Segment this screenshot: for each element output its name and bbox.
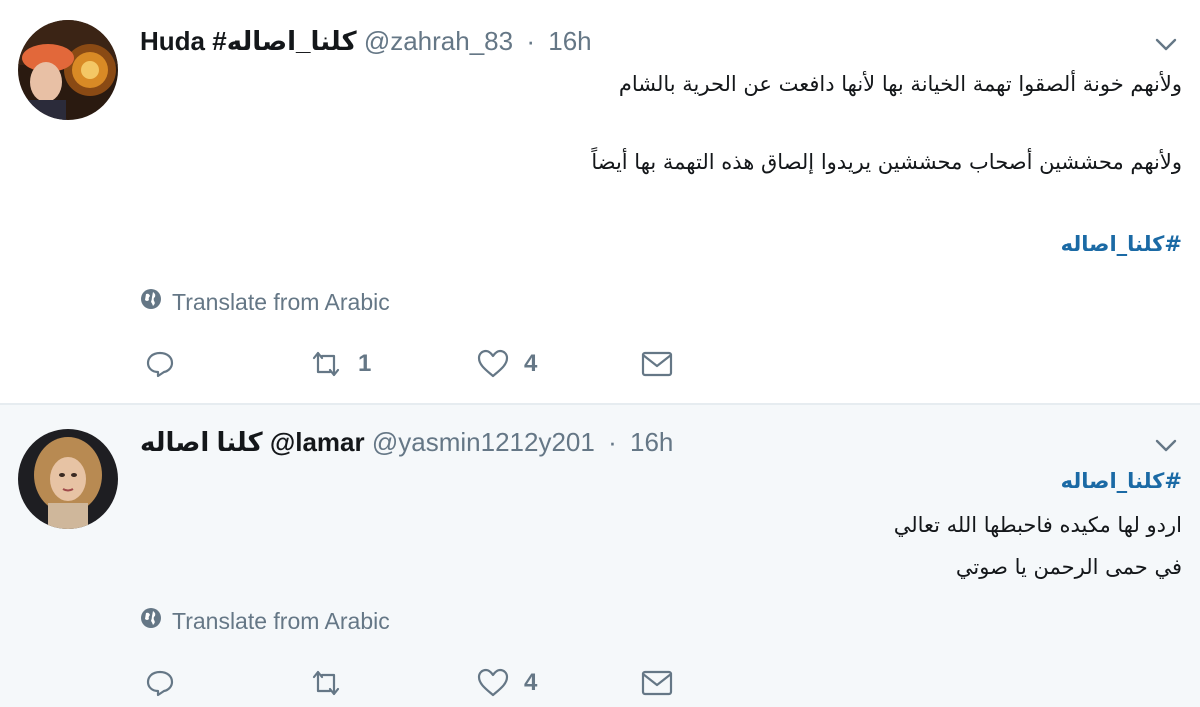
tweet-2: كلنا اصاله @lamar @yasmin1212y201 · 16h … <box>0 405 1200 707</box>
like-count: 4 <box>524 669 538 696</box>
retweet-count: 1 <box>358 350 372 377</box>
like-icon <box>476 348 510 380</box>
like-button[interactable]: 4 <box>476 344 537 384</box>
translate-label: Translate from Arabic <box>172 607 390 634</box>
tweet-header: Huda #كلنا_اصاله @zahrah_83 · 16h <box>140 24 592 58</box>
display-name[interactable]: كلنا اصاله @lamar <box>140 427 365 457</box>
hashtag-link[interactable]: #كلنا_اصاله <box>1061 232 1182 256</box>
display-name[interactable]: Huda #كلنا_اصاله <box>140 26 357 56</box>
avatar[interactable] <box>18 20 118 120</box>
action-bar: 4 <box>140 663 700 703</box>
retweet-icon <box>308 348 344 380</box>
globe-icon <box>140 288 162 316</box>
reply-icon <box>144 667 176 699</box>
timestamp[interactable]: 16h <box>548 26 591 56</box>
tweet-text-line-2: ولأنهم محششين أصحاب محششين يريدوا إلصاق … <box>591 150 1182 174</box>
like-icon <box>476 667 510 699</box>
tweet-text-line-1: ولأنهم خونة ألصقوا تهمة الخيانة بها لأنه… <box>618 72 1182 96</box>
separator: · <box>608 427 617 457</box>
direct-message-icon <box>640 349 674 379</box>
direct-message-icon <box>640 668 674 698</box>
tweet-1: Huda #كلنا_اصاله @zahrah_83 · 16h ولأنهم… <box>0 0 1200 404</box>
user-handle[interactable]: @yasmin1212y201 <box>372 427 595 457</box>
retweet-button[interactable] <box>308 663 358 703</box>
retweet-icon <box>308 667 344 699</box>
reply-button[interactable] <box>144 344 190 384</box>
avatar[interactable] <box>18 429 118 529</box>
translate-link[interactable]: Translate from Arabic <box>140 607 390 635</box>
like-button[interactable]: 4 <box>476 663 537 703</box>
tweet-header: كلنا اصاله @lamar @yasmin1212y201 · 16h <box>140 425 673 459</box>
chevron-down-icon[interactable] <box>1152 30 1180 58</box>
direct-message-button[interactable] <box>640 344 674 384</box>
tweet-text-line-2: في حمى الرحمن يا صوتي <box>955 555 1182 579</box>
reply-button[interactable] <box>144 663 190 703</box>
separator: · <box>526 26 536 56</box>
reply-icon <box>144 348 176 380</box>
retweet-button[interactable]: 1 <box>308 344 371 384</box>
translate-label: Translate from Arabic <box>172 288 390 315</box>
direct-message-button[interactable] <box>640 663 674 703</box>
timestamp[interactable]: 16h <box>630 427 673 457</box>
like-count: 4 <box>524 350 538 377</box>
action-bar: 1 4 <box>140 344 700 384</box>
globe-icon <box>140 607 162 635</box>
user-handle[interactable]: @zahrah_83 <box>364 26 513 56</box>
tweet-text-line-1: اردو لها مكيده فاحبطها الله تعالي <box>893 513 1182 537</box>
chevron-down-icon[interactable] <box>1152 431 1180 459</box>
translate-link[interactable]: Translate from Arabic <box>140 288 390 316</box>
hashtag-link[interactable]: #كلنا_اصاله <box>1061 469 1182 493</box>
